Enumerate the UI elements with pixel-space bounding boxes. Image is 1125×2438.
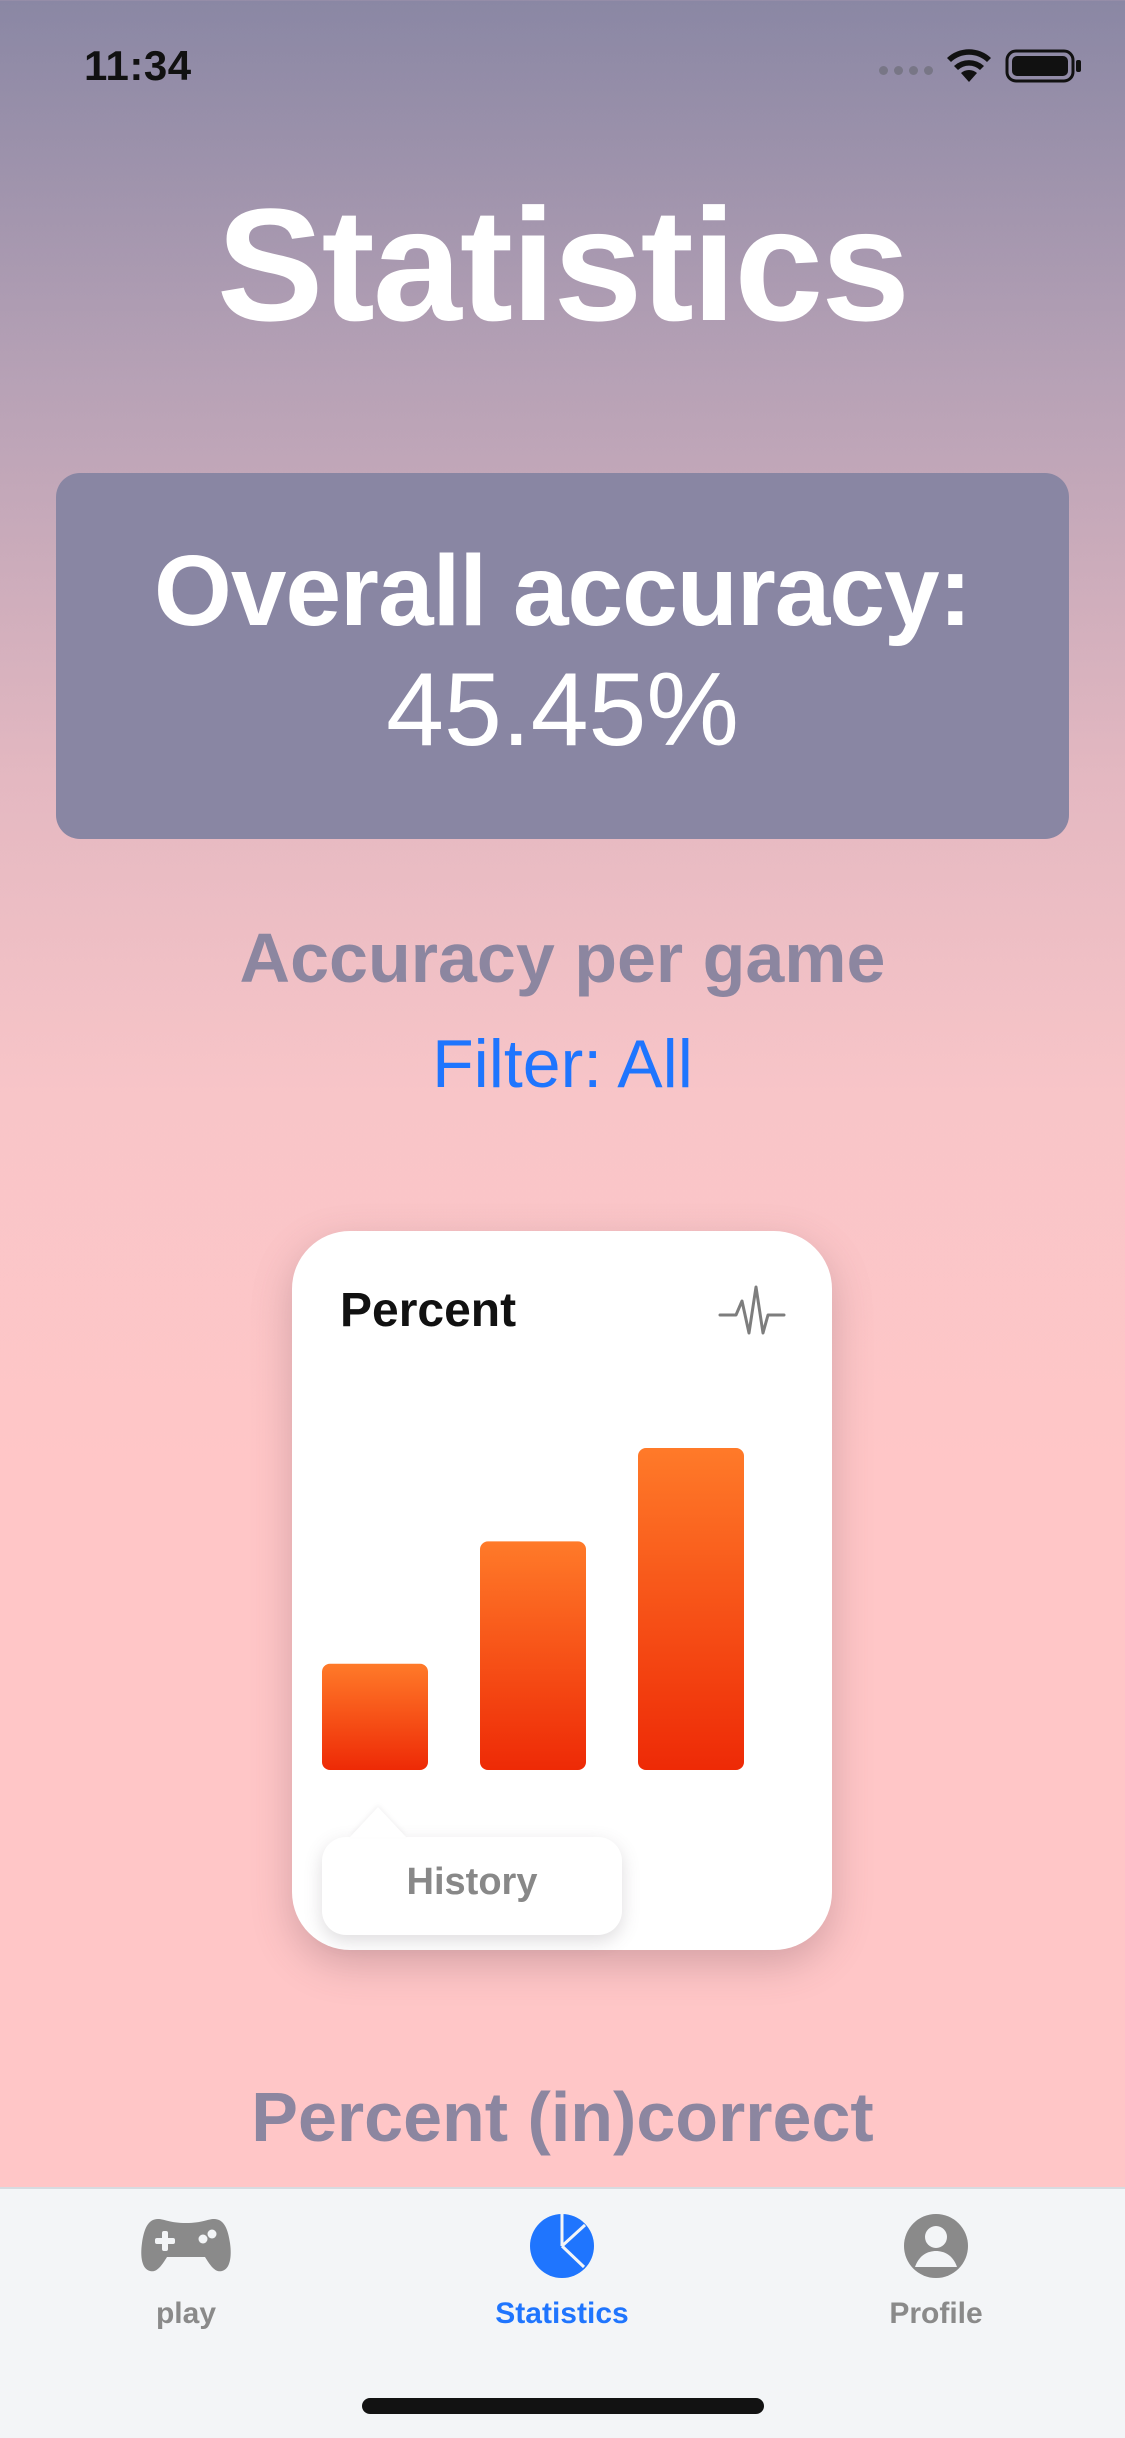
person-icon: [904, 2214, 968, 2278]
status-time: 11:34: [84, 42, 192, 89]
chart-bar-3: [638, 1448, 744, 1770]
percent-incorrect-section: Percent (in)correct: [0, 2079, 1125, 2187]
tab-profile[interactable]: Profile: [806, 2209, 1066, 2331]
percent-incorrect-title: Percent (in)correct: [251, 2079, 874, 2156]
gamepad-icon: [141, 2219, 231, 2272]
tab-statistics-label: Statistics: [495, 2297, 629, 2330]
status-bar: 11:34: [0, 0, 1125, 132]
signal-dots-icon: [879, 58, 933, 75]
chart-bar-1: [322, 1663, 428, 1770]
tab-play-label: play: [155, 2297, 217, 2330]
filter-button[interactable]: Filter: All: [0, 1025, 1125, 1103]
tab-play[interactable]: play: [56, 2209, 316, 2331]
accuracy-per-game-title: Accuracy per game: [239, 919, 886, 997]
status-icons: [879, 48, 1083, 84]
battery-icon: [1005, 49, 1081, 83]
overall-accuracy-label: Overall accuracy:: [154, 535, 972, 648]
percent-chart-card[interactable]: Percent History: [292, 1231, 832, 1950]
pie-chart-icon: [530, 2214, 594, 2278]
overall-accuracy-value: 45.45%: [386, 652, 739, 769]
history-label: History: [406, 1861, 538, 1903]
overall-accuracy-card: Overall accuracy: 45.45%: [56, 473, 1069, 839]
home-indicator[interactable]: [362, 2398, 764, 2414]
chart-bar-2: [480, 1541, 586, 1770]
history-tooltip[interactable]: History: [322, 1837, 622, 1935]
tab-statistics[interactable]: Statistics: [432, 2209, 692, 2331]
tab-profile-label: Profile: [889, 2297, 983, 2330]
wifi-icon: [947, 49, 991, 82]
page-title: Statistics: [216, 175, 910, 354]
